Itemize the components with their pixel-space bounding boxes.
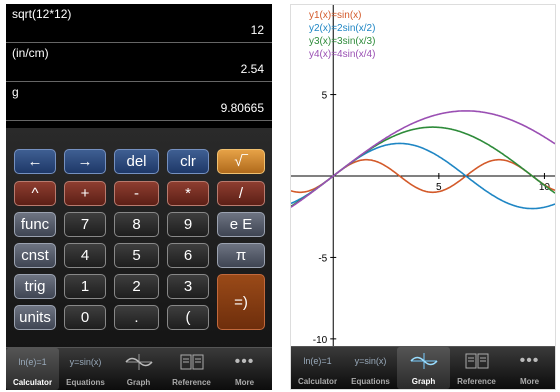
digit-7-key[interactable]: 7: [64, 212, 106, 237]
clear-key[interactable]: clr: [167, 149, 209, 174]
y-tick-label: 5: [322, 91, 328, 102]
divide-key[interactable]: /: [217, 181, 265, 206]
tab-more[interactable]: ••• More: [503, 347, 555, 389]
history-result: 12: [250, 23, 264, 37]
tab-label: Graph: [411, 377, 436, 386]
history-expression: g: [12, 85, 19, 99]
trig-key[interactable]: trig: [14, 274, 56, 299]
digit-3-key[interactable]: 3: [167, 274, 209, 299]
digit-4-key[interactable]: 4: [64, 243, 106, 268]
history-entry[interactable]: g 9.80665: [6, 82, 272, 121]
legend-entry-y3: y3(x)=3sin(x/3): [309, 36, 376, 47]
tab-bar: ln(e)=1 Calculator y=sin(x) Equations Gr…: [291, 346, 555, 389]
ln-formula-icon: ln(e)=1: [303, 356, 332, 366]
right-arrow-key[interactable]: →: [64, 149, 106, 174]
equation-icon: y=sin(x): [354, 356, 387, 366]
tab-graph[interactable]: Graph: [397, 347, 450, 389]
tab-reference[interactable]: Reference: [450, 347, 503, 389]
digit-1-key[interactable]: 1: [64, 274, 106, 299]
ellipsis-icon: •••: [519, 352, 540, 369]
graph-icon: [397, 352, 450, 370]
digit-2-key[interactable]: 2: [114, 274, 159, 299]
tab-label: More: [234, 378, 255, 387]
tab-label: Equations: [66, 378, 105, 387]
legend-entry-y4: y4(x)=4sin(x/4): [309, 49, 376, 60]
delete-key[interactable]: del: [114, 149, 159, 174]
left-arrow-key[interactable]: ←: [14, 149, 56, 174]
y-tick-label: -10: [313, 335, 328, 346]
ellipsis-icon: •••: [234, 353, 255, 370]
history-expression: (in/cm): [12, 46, 49, 60]
graph-icon: [112, 353, 165, 371]
history-entry[interactable]: (in/cm) 2.54: [6, 43, 272, 82]
calculator-display: sqrt(12*12) 12 (in/cm) 2.54 g 9.80665: [6, 4, 272, 128]
units-key[interactable]: units: [14, 305, 56, 330]
plus-key[interactable]: +: [64, 181, 106, 206]
digit-0-key[interactable]: 0: [64, 305, 106, 330]
multiply-key[interactable]: *: [167, 181, 209, 206]
history-result: 9.80665: [220, 101, 264, 115]
tab-label: More: [519, 377, 540, 386]
tab-graph[interactable]: Graph: [112, 348, 165, 390]
tab-label: Graph: [126, 378, 151, 387]
tab-label: Calculator: [297, 377, 338, 386]
series-line-y3: [291, 126, 555, 207]
series-line-y4: [291, 110, 555, 208]
exponent-key[interactable]: e E: [217, 212, 265, 237]
open-paren-key[interactable]: (: [167, 305, 209, 330]
book-icon: [450, 352, 503, 370]
tab-bar: ln(e)=1 Calculator y=sin(x) Equations Gr…: [6, 347, 272, 390]
tab-label: Calculator: [12, 378, 53, 387]
tab-equations[interactable]: y=sin(x) Equations: [344, 347, 397, 389]
close-paren-key[interactable]: =): [217, 274, 265, 330]
tab-calculator[interactable]: ln(e)=1 Calculator: [6, 348, 59, 390]
tab-equations[interactable]: y=sin(x) Equations: [59, 348, 112, 390]
constants-key[interactable]: cnst: [14, 243, 56, 268]
digit-8-key[interactable]: 8: [114, 212, 159, 237]
legend-entry-y2: y2(x)=2sin(x/2): [309, 23, 376, 34]
y-tick-label: -5: [318, 253, 327, 264]
equation-icon: y=sin(x): [69, 357, 102, 367]
graph-screen: 5 10 5 -5 -10 y1(x)=sin(x) y2(x)=2sin(x/2) y…: [290, 4, 556, 390]
tab-calculator[interactable]: ln(e)=1 Calculator: [291, 347, 344, 389]
digit-9-key[interactable]: 9: [167, 212, 209, 237]
tab-reference[interactable]: Reference: [165, 348, 218, 390]
history-entry[interactable]: sqrt(12*12) 12: [6, 4, 272, 43]
sqrt-key[interactable]: √‾: [217, 149, 265, 174]
tab-label: Reference: [172, 378, 211, 387]
decimal-point-key[interactable]: .: [114, 305, 159, 330]
history-expression: sqrt(12*12): [12, 7, 72, 21]
calculator-screen: sqrt(12*12) 12 (in/cm) 2.54 g 9.80665 ← …: [6, 4, 272, 390]
digit-5-key[interactable]: 5: [114, 243, 159, 268]
graph-legend: y1(x)=sin(x) y2(x)=2sin(x/2) y3(x)=3sin(…: [309, 9, 375, 61]
tab-label: Reference: [457, 377, 496, 386]
tab-label: Equations: [351, 377, 390, 386]
legend-entry-y1: y1(x)=sin(x): [309, 10, 362, 21]
pi-key[interactable]: π: [217, 243, 265, 268]
history-result: 2.54: [240, 62, 264, 76]
book-icon: [165, 353, 218, 371]
func-key[interactable]: func: [14, 212, 56, 237]
keypad: ← → del clr √‾ ^ + - * / func 7 8 9 e E …: [6, 128, 272, 348]
minus-key[interactable]: -: [114, 181, 159, 206]
ln-formula-icon: ln(e)=1: [18, 357, 47, 367]
power-key[interactable]: ^: [14, 181, 56, 206]
tab-more[interactable]: ••• More: [218, 348, 271, 390]
digit-6-key[interactable]: 6: [167, 243, 209, 268]
